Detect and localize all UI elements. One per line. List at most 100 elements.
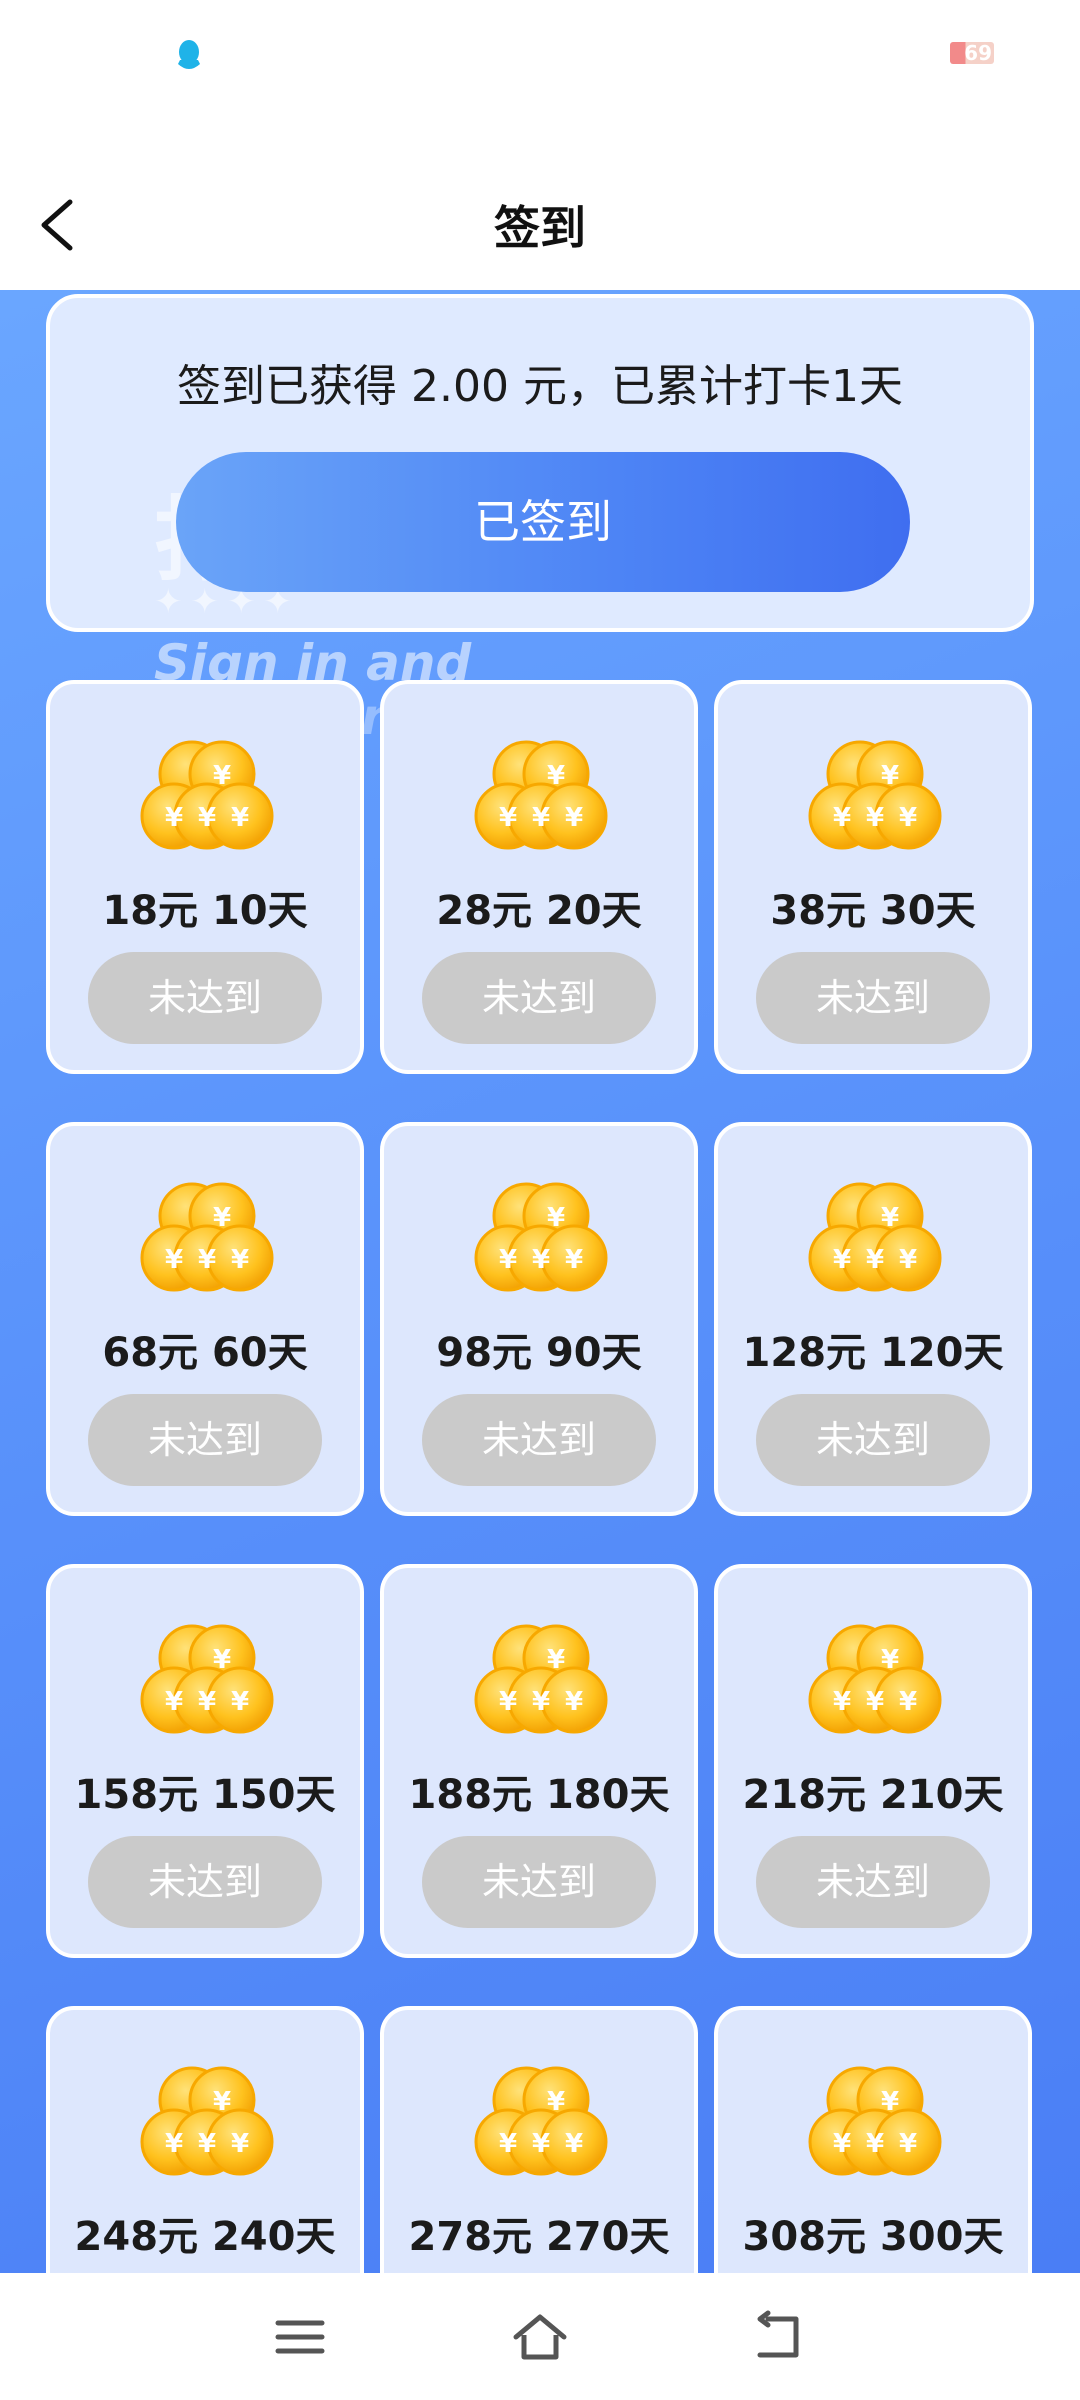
svg-text:¥: ¥: [499, 1687, 517, 1717]
svg-text:¥: ¥: [881, 1203, 899, 1233]
svg-text:¥: ¥: [499, 2129, 517, 2159]
reward-label: 248元 240天: [74, 2214, 336, 2260]
svg-text:¥: ¥: [881, 2087, 899, 2117]
svg-text:¥: ¥: [547, 761, 565, 791]
summary-text: 签到已获得 2.00 元，已累计打卡1天: [177, 361, 903, 412]
svg-text:¥: ¥: [833, 1245, 851, 1275]
svg-text:¥: ¥: [866, 803, 884, 833]
reward-card: ¥ ¥ ¥ ¥ 68元 60天未达到: [46, 1122, 364, 1516]
bottom-nav-bar: [0, 2273, 1080, 2400]
reward-status-button[interactable]: 未达到: [422, 1836, 656, 1928]
svg-text:¥: ¥: [866, 1245, 884, 1275]
reward-label: 188元 180天: [408, 1772, 670, 1818]
reward-label: 278元 270天: [408, 2214, 670, 2260]
svg-text:¥: ¥: [547, 2087, 565, 2117]
svg-text:¥: ¥: [165, 2129, 183, 2159]
coin-stack-icon: ¥ ¥ ¥ ¥: [800, 1178, 950, 1298]
svg-text:¥: ¥: [213, 1203, 231, 1233]
svg-text:¥: ¥: [833, 2129, 851, 2159]
svg-text:¥: ¥: [499, 803, 517, 833]
reward-status-button[interactable]: 未达到: [756, 1394, 990, 1486]
coin-stack-icon: ¥ ¥ ¥ ¥: [132, 2062, 282, 2182]
svg-text:¥: ¥: [198, 1687, 216, 1717]
svg-text:¥: ¥: [565, 803, 583, 833]
coin-stack-icon: ¥ ¥ ¥ ¥: [466, 2062, 616, 2182]
reward-status-button[interactable]: 未达到: [88, 1836, 322, 1928]
reward-card: ¥ ¥ ¥ ¥ 38元 30天未达到: [714, 680, 1032, 1074]
reward-status-button[interactable]: 未达到: [756, 952, 990, 1044]
reward-card: ¥ ¥ ¥ ¥ 28元 20天未达到: [380, 680, 698, 1074]
svg-text:¥: ¥: [899, 1687, 917, 1717]
svg-text:¥: ¥: [532, 1245, 550, 1275]
reward-status-button[interactable]: 未达到: [88, 1394, 322, 1486]
svg-text:¥: ¥: [231, 803, 249, 833]
main-content: 签到已获得 2.00 元，已累计打卡1天 打 ✦✦✦✦ Sign in and …: [0, 290, 1080, 2273]
reward-status-button[interactable]: 未达到: [422, 952, 656, 1044]
home-icon[interactable]: [510, 2309, 570, 2365]
svg-text:¥: ¥: [165, 1245, 183, 1275]
reward-card: ¥ ¥ ¥ ¥ 278元 270天未达到: [380, 2006, 698, 2273]
back-nav-icon[interactable]: [750, 2309, 810, 2365]
menu-icon[interactable]: [270, 2309, 330, 2365]
reward-card: ¥ ¥ ¥ ¥ 158元 150天未达到: [46, 1564, 364, 1958]
svg-text:¥: ¥: [899, 1245, 917, 1275]
svg-text:¥: ¥: [231, 1687, 249, 1717]
svg-text:¥: ¥: [881, 1645, 899, 1675]
reward-label: 128元 120天: [742, 1330, 1004, 1376]
svg-text:¥: ¥: [899, 803, 917, 833]
reward-card: ¥ ¥ ¥ ¥ 98元 90天未达到: [380, 1122, 698, 1516]
reward-label: 158元 150天: [74, 1772, 336, 1818]
summary-card: 签到已获得 2.00 元，已累计打卡1天 打 ✦✦✦✦ Sign in and …: [46, 294, 1034, 746]
svg-text:¥: ¥: [231, 1245, 249, 1275]
svg-text:¥: ¥: [165, 803, 183, 833]
coin-stack-icon: ¥ ¥ ¥ ¥: [466, 1178, 616, 1298]
battery-indicator: 69: [950, 42, 994, 64]
svg-text:¥: ¥: [532, 1687, 550, 1717]
reward-label: 218元 210天: [742, 1772, 1004, 1818]
svg-text:¥: ¥: [198, 2129, 216, 2159]
reward-card: ¥ ¥ ¥ ¥ 188元 180天未达到: [380, 1564, 698, 1958]
reward-status-button[interactable]: 未达到: [88, 952, 322, 1044]
svg-text:¥: ¥: [833, 1687, 851, 1717]
coin-stack-icon: ¥ ¥ ¥ ¥: [466, 736, 616, 856]
svg-text:¥: ¥: [565, 2129, 583, 2159]
status-bar: 69: [0, 0, 1080, 110]
reward-card: ¥ ¥ ¥ ¥ 248元 240天未达到: [46, 2006, 364, 2273]
svg-text:¥: ¥: [866, 1687, 884, 1717]
svg-text:¥: ¥: [198, 803, 216, 833]
signed-in-button[interactable]: 已签到: [176, 452, 910, 592]
svg-text:¥: ¥: [198, 1245, 216, 1275]
reward-card: ¥ ¥ ¥ ¥ 18元 10天未达到: [46, 680, 364, 1074]
reward-label: 38元 30天: [770, 888, 976, 934]
svg-text:¥: ¥: [213, 761, 231, 791]
svg-text:¥: ¥: [866, 2129, 884, 2159]
reward-label: 308元 300天: [742, 2214, 1004, 2260]
coin-stack-icon: ¥ ¥ ¥ ¥: [800, 2062, 950, 2182]
svg-text:¥: ¥: [565, 1687, 583, 1717]
reward-card: ¥ ¥ ¥ ¥ 128元 120天未达到: [714, 1122, 1032, 1516]
reward-label: 68元 60天: [102, 1330, 308, 1376]
svg-text:¥: ¥: [231, 2129, 249, 2159]
reward-card: ¥ ¥ ¥ ¥ 308元 300天未达到: [714, 2006, 1032, 2273]
coin-stack-icon: ¥ ¥ ¥ ¥: [800, 1620, 950, 1740]
svg-text:¥: ¥: [881, 761, 899, 791]
reward-status-button[interactable]: 未达到: [422, 1394, 656, 1486]
svg-text:¥: ¥: [532, 803, 550, 833]
reward-status-button[interactable]: 未达到: [756, 1836, 990, 1928]
svg-text:¥: ¥: [213, 2087, 231, 2117]
reward-label: 18元 10天: [102, 888, 308, 934]
reward-label: 28元 20天: [436, 888, 642, 934]
coin-stack-icon: ¥ ¥ ¥ ¥: [132, 736, 282, 856]
coin-stack-icon: ¥ ¥ ¥ ¥: [800, 736, 950, 856]
reward-label: 98元 90天: [436, 1330, 642, 1376]
svg-text:¥: ¥: [565, 1245, 583, 1275]
coin-stack-icon: ¥ ¥ ¥ ¥: [466, 1620, 616, 1740]
svg-text:¥: ¥: [213, 1645, 231, 1675]
reward-card: ¥ ¥ ¥ ¥ 218元 210天未达到: [714, 1564, 1032, 1958]
svg-text:¥: ¥: [547, 1203, 565, 1233]
svg-text:¥: ¥: [532, 2129, 550, 2159]
svg-text:¥: ¥: [165, 1687, 183, 1717]
qq-penguin-icon: [178, 40, 200, 69]
coin-stack-icon: ¥ ¥ ¥ ¥: [132, 1178, 282, 1298]
coin-stack-icon: ¥ ¥ ¥ ¥: [132, 1620, 282, 1740]
